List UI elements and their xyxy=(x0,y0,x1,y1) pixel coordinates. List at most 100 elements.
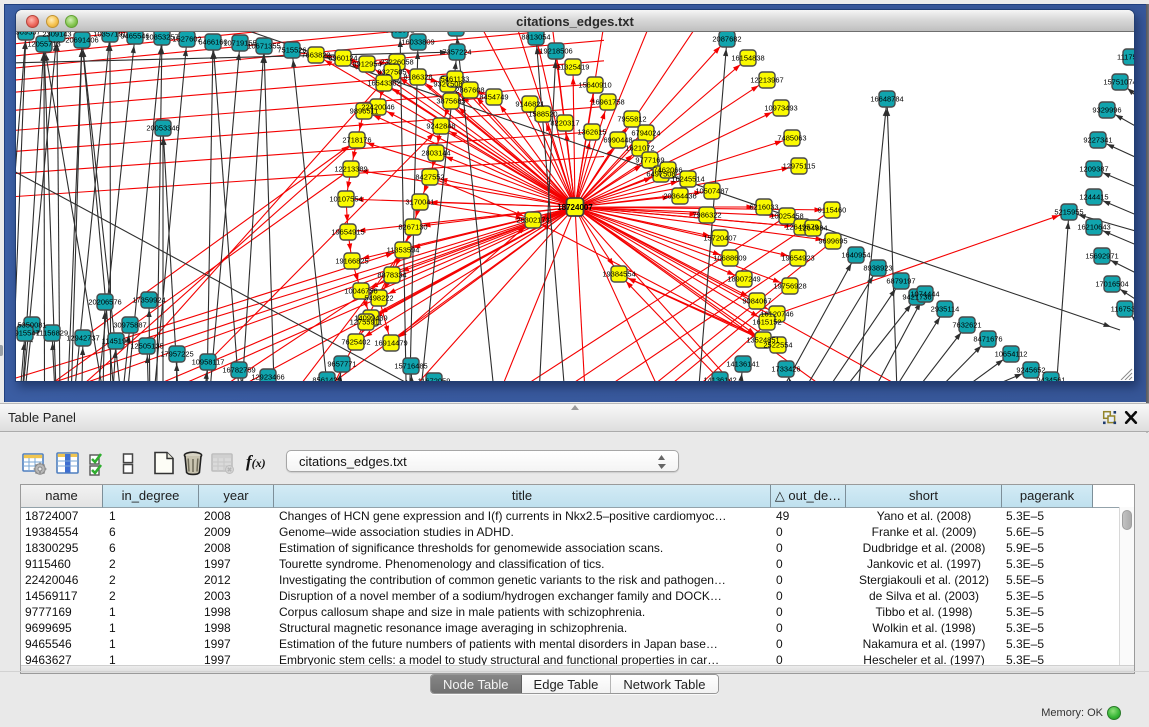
svg-text:18907249: 18907249 xyxy=(727,275,760,284)
svg-text:19654923: 19654923 xyxy=(781,254,814,263)
svg-text:17957225: 17957225 xyxy=(160,350,193,359)
svg-text:2087682: 2087682 xyxy=(712,35,741,44)
svg-text:6879197: 6879197 xyxy=(886,277,915,286)
svg-text:2522554: 2522554 xyxy=(763,341,792,350)
svg-text:9084067: 9084067 xyxy=(742,297,771,306)
svg-text:6794024: 6794024 xyxy=(631,129,660,138)
svg-text:9115460: 9115460 xyxy=(818,206,847,215)
svg-text:3170041: 3170041 xyxy=(405,198,434,207)
svg-text:8220317: 8220317 xyxy=(550,119,579,128)
svg-text:1640954: 1640954 xyxy=(841,251,870,260)
svg-text:1362615: 1362615 xyxy=(577,128,606,137)
svg-text:1615152: 1615152 xyxy=(752,318,781,327)
svg-text:1244415: 1244415 xyxy=(1079,193,1108,202)
svg-text:10046756: 10046756 xyxy=(344,287,377,296)
svg-text:9327505: 9327505 xyxy=(377,68,406,77)
svg-text:16033809: 16033809 xyxy=(401,38,434,47)
svg-text:17359924: 17359924 xyxy=(132,296,165,305)
svg-text:10654112: 10654112 xyxy=(995,350,1028,359)
svg-text:7462066: 7462066 xyxy=(653,166,682,175)
svg-text:25302173: 25302173 xyxy=(516,216,549,225)
svg-text:2803144: 2803144 xyxy=(421,149,450,158)
svg-text:15716485: 15716485 xyxy=(394,362,427,371)
svg-text:20206576: 20206576 xyxy=(88,298,121,307)
svg-text:12505135: 12505135 xyxy=(130,342,163,351)
svg-text:3875685: 3875685 xyxy=(436,97,465,106)
svg-text:16543382: 16543382 xyxy=(367,79,400,88)
svg-text:15692971: 15692971 xyxy=(1085,252,1118,261)
svg-text:18724007: 18724007 xyxy=(557,203,593,212)
svg-text:9657771: 9657771 xyxy=(327,360,356,369)
svg-text:5461133: 5461133 xyxy=(441,75,470,84)
svg-text:10025458: 10025458 xyxy=(770,212,803,221)
svg-text:9777169: 9777169 xyxy=(635,156,664,165)
svg-text:10973493: 10973493 xyxy=(764,104,797,113)
svg-text:8427552: 8427552 xyxy=(415,173,444,182)
svg-text:6216033: 6216033 xyxy=(749,203,778,212)
svg-text:10507487: 10507487 xyxy=(695,187,728,196)
svg-text:19384554: 19384554 xyxy=(602,270,635,279)
svg-text:1117540: 1117540 xyxy=(1117,53,1134,62)
svg-text:8613094: 8613094 xyxy=(441,32,470,33)
svg-text:9242848: 9242848 xyxy=(426,122,455,131)
svg-text:9245652: 9245652 xyxy=(1016,366,1045,375)
svg-text:9896511: 9896511 xyxy=(350,107,379,116)
svg-text:19654915: 19654915 xyxy=(331,228,364,237)
svg-text:7663822: 7663822 xyxy=(301,51,330,60)
svg-text:12942737: 12942737 xyxy=(66,334,99,343)
svg-text:9329996: 9329996 xyxy=(1092,106,1121,115)
svg-text:12975115: 12975115 xyxy=(783,162,816,171)
svg-text:7986322: 7986322 xyxy=(692,211,721,220)
svg-text:9434561: 9434561 xyxy=(1036,376,1065,382)
svg-text:12055713: 12055713 xyxy=(27,40,60,49)
svg-text:10958117: 10958117 xyxy=(192,358,225,367)
svg-text:1074444: 1074444 xyxy=(910,290,939,299)
svg-text:15640910: 15640910 xyxy=(578,81,611,90)
svg-text:16961758: 16961758 xyxy=(591,98,624,107)
svg-text:2935114: 2935114 xyxy=(931,305,960,314)
svg-text:9231362: 9231362 xyxy=(385,32,414,35)
svg-text:7955812: 7955812 xyxy=(617,115,646,124)
svg-text:12755911: 12755911 xyxy=(350,318,383,327)
svg-text:9227341: 9227341 xyxy=(1083,136,1112,145)
svg-text:12213967: 12213967 xyxy=(750,76,783,85)
svg-text:11156829: 11156829 xyxy=(36,329,68,338)
svg-text:16245514: 16245514 xyxy=(671,175,704,184)
svg-text:8878334: 8878334 xyxy=(377,271,406,280)
svg-text:8186328: 8186328 xyxy=(403,73,432,82)
svg-text:19166825: 19166825 xyxy=(335,257,368,266)
svg-text:8938923: 8938923 xyxy=(863,264,892,273)
svg-text:30975887: 30975887 xyxy=(113,321,146,330)
svg-text:10688609: 10688609 xyxy=(713,254,746,263)
svg-text:1909557: 1909557 xyxy=(16,32,41,37)
svg-text:8561420: 8561420 xyxy=(312,376,341,382)
svg-text:7632621: 7632621 xyxy=(952,321,981,330)
svg-text:1167533: 1167533 xyxy=(1111,305,1134,314)
svg-text:17016504: 17016504 xyxy=(1095,280,1128,289)
svg-text:14136141: 14136141 xyxy=(726,360,759,369)
svg-text:1527602: 1527602 xyxy=(172,35,201,44)
svg-text:16154838: 16154838 xyxy=(731,54,764,63)
svg-text:19756928: 19756928 xyxy=(773,282,806,291)
svg-text:1264984: 1264984 xyxy=(798,224,827,233)
svg-text:16648784: 16648784 xyxy=(870,95,903,104)
svg-text:5215955: 5215955 xyxy=(1054,208,1083,217)
svg-text:11325419: 11325419 xyxy=(557,63,590,72)
svg-text:16914479: 16914479 xyxy=(374,339,407,348)
svg-text:11672059: 11672059 xyxy=(418,377,451,382)
svg-text:1621072: 1621072 xyxy=(625,144,654,153)
svg-text:2718176: 2718176 xyxy=(342,136,371,145)
svg-text:9146821: 9146821 xyxy=(515,100,544,109)
svg-text:20364436: 20364436 xyxy=(663,192,696,201)
svg-text:7357224: 7357224 xyxy=(442,48,471,57)
svg-text:12213389: 12213389 xyxy=(334,165,367,174)
svg-text:23226058: 23226058 xyxy=(380,58,413,67)
svg-text:8813054: 8813054 xyxy=(521,33,550,42)
svg-text:11353594: 11353594 xyxy=(387,246,420,255)
svg-text:7485063: 7485063 xyxy=(777,134,806,143)
svg-text:8267130: 8267130 xyxy=(398,223,427,232)
svg-text:19218506: 19218506 xyxy=(539,47,572,56)
svg-text:9699695: 9699695 xyxy=(818,237,847,246)
svg-text:10671355: 10671355 xyxy=(247,42,280,51)
svg-text:1209387: 1209387 xyxy=(1079,165,1108,174)
